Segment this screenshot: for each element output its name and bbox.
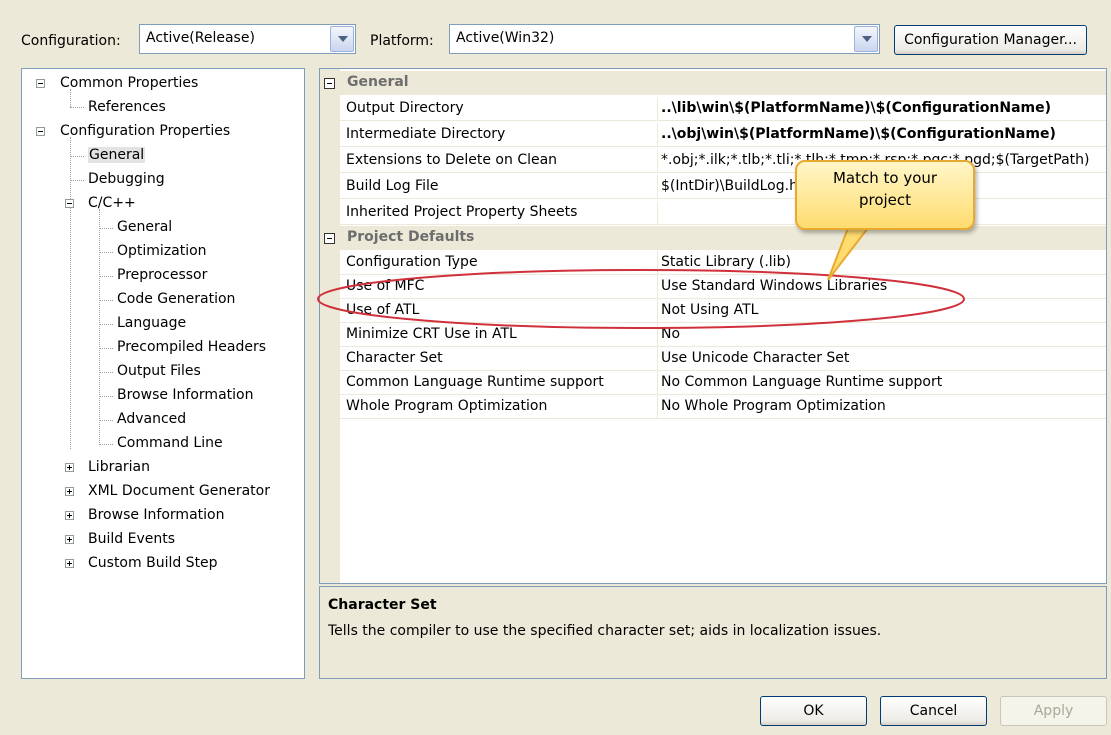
tree-item-cpp-command-line[interactable]: Command Line (117, 435, 223, 451)
tree-item-references[interactable]: References (88, 99, 166, 115)
tree-item-librarian[interactable]: Librarian (88, 459, 150, 475)
tree-item-build-events[interactable]: Build Events (88, 531, 175, 547)
tree-line (99, 324, 113, 325)
tree-line (99, 372, 113, 373)
property-row-character-set[interactable]: Character Set Use Unicode Character Set (340, 347, 1106, 371)
tree-line (99, 228, 113, 229)
property-tree: Common Properties References Configurati… (21, 68, 305, 679)
property-row-use-of-mfc[interactable]: Use of MFC Use Standard Windows Libraries (340, 275, 1106, 299)
property-row-use-of-atl[interactable]: Use of ATL Not Using ATL (340, 299, 1106, 323)
collapse-icon[interactable] (65, 199, 74, 208)
tree-line (99, 209, 100, 445)
description-text: Tells the compiler to use the specified … (328, 623, 882, 639)
property-grid: General Output Directory ..\lib\win\$(Pla… (319, 68, 1107, 584)
tree-line (99, 300, 113, 301)
callout-line-1: Match to your (832, 169, 938, 187)
apply-button[interactable]: Apply (1000, 696, 1107, 726)
collapse-icon[interactable] (324, 233, 335, 244)
property-row[interactable]: Common Language Runtime support No Common… (340, 371, 1106, 395)
property-row[interactable]: Minimize CRT Use in ATL No (340, 323, 1106, 347)
tree-item-general-selected[interactable]: General (88, 147, 146, 163)
property-row[interactable]: Extensions to Delete on Clean*.obj;*.ilk… (340, 149, 1106, 173)
tree-line (99, 420, 113, 421)
property-row[interactable]: Whole Program Optimization No Whole Progr… (340, 395, 1106, 419)
property-row[interactable]: Intermediate Directory ..\obj\win\$(Platf… (340, 123, 1106, 147)
property-row[interactable]: Inherited Project Property Sheets (340, 201, 1106, 225)
tree-item-cpp-browse-information[interactable]: Browse Information (117, 387, 253, 403)
expand-icon[interactable] (65, 535, 74, 544)
grid-gutter (320, 69, 340, 583)
tree-item-cpp-code-generation[interactable]: Code Generation (117, 291, 235, 307)
category-project-defaults[interactable]: Project Defaults (320, 226, 1106, 250)
configuration-dropdown[interactable]: Active(Release) (139, 24, 356, 54)
collapse-icon[interactable] (324, 78, 335, 89)
chevron-down-icon[interactable] (330, 26, 354, 52)
tree-item-cpp-language[interactable]: Language (117, 315, 186, 331)
configuration-manager-button[interactable]: Configuration Manager... (894, 25, 1087, 55)
tree-item-debugging[interactable]: Debugging (88, 171, 165, 187)
ok-button[interactable]: OK (760, 696, 867, 726)
callout-tooltip: Match to your project (795, 160, 975, 230)
configuration-label: Configuration: (21, 33, 121, 49)
tree-item-configuration-properties[interactable]: Configuration Properties (60, 123, 230, 139)
category-general[interactable]: General (320, 71, 1106, 95)
tree-item-cpp-advanced[interactable]: Advanced (117, 411, 186, 427)
collapse-icon[interactable] (36, 127, 45, 136)
property-row[interactable]: Build Log File $(IntDir)\BuildLog.htm (340, 175, 1106, 199)
tree-item-common-properties[interactable]: Common Properties (60, 75, 198, 91)
chevron-down-icon[interactable] (854, 26, 878, 52)
configuration-value: Active(Release) (146, 30, 255, 46)
tree-item-cpp-preprocessor[interactable]: Preprocessor (117, 267, 207, 283)
tree-item-cpp-precompiled-headers[interactable]: Precompiled Headers (117, 339, 266, 355)
collapse-icon[interactable] (36, 79, 45, 88)
tree-line (99, 348, 113, 349)
tree-item-browse-information[interactable]: Browse Information (88, 507, 224, 523)
tree-item-xml-document-generator[interactable]: XML Document Generator (88, 483, 270, 499)
expand-icon[interactable] (65, 463, 74, 472)
cancel-button[interactable]: Cancel (880, 696, 987, 726)
tree-line (70, 180, 84, 181)
tree-line (70, 107, 84, 108)
tree-item-cpp[interactable]: C/C++ (88, 195, 136, 211)
tree-item-custom-build-step[interactable]: Custom Build Step (88, 555, 218, 571)
expand-icon[interactable] (65, 487, 74, 496)
tree-item-cpp-output-files[interactable]: Output Files (117, 363, 201, 379)
tree-item-cpp-optimization[interactable]: Optimization (117, 243, 207, 259)
tree-line (99, 252, 113, 253)
expand-icon[interactable] (65, 511, 74, 520)
property-row[interactable]: Configuration Type Static Library (.lib) (340, 251, 1106, 275)
tree-line (70, 89, 71, 107)
description-title: Character Set (328, 597, 437, 613)
tree-line (99, 276, 113, 277)
platform-label: Platform: (370, 33, 434, 49)
tree-line (99, 396, 113, 397)
platform-dropdown[interactable]: Active(Win32) (449, 24, 880, 54)
tree-line (70, 137, 71, 449)
platform-value: Active(Win32) (456, 30, 555, 46)
configuration-bar: Configuration: Active(Release) Platform:… (0, 0, 1111, 60)
tree-line (70, 156, 84, 157)
description-panel: Character Set Tells the compiler to use … (319, 586, 1107, 679)
property-row[interactable]: Output Directory ..\lib\win\$(PlatformNam… (340, 97, 1106, 121)
tree-line (99, 444, 113, 445)
callout-line-2: project (858, 191, 912, 209)
expand-icon[interactable] (65, 559, 74, 568)
tree-item-cpp-general[interactable]: General (117, 219, 172, 235)
